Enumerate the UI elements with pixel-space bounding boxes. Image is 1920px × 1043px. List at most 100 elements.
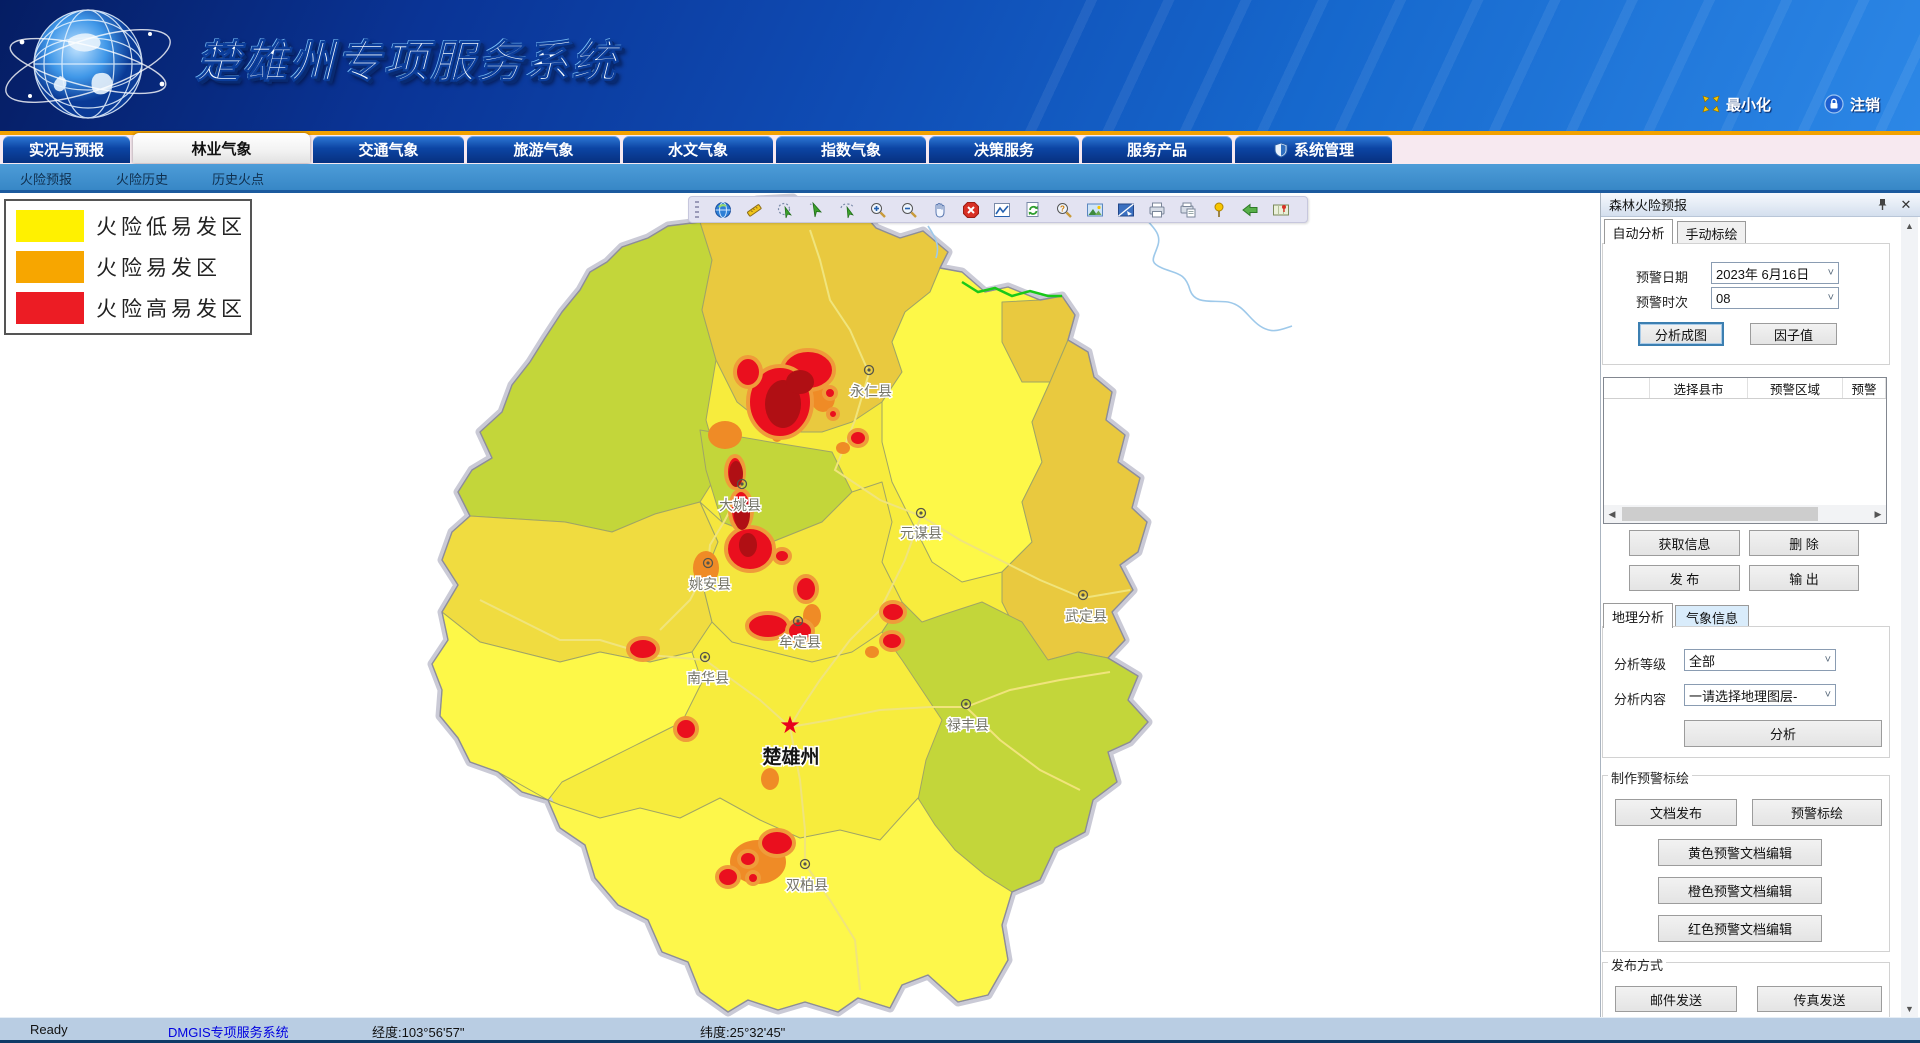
scroll-left-icon[interactable]: ◀ (1604, 509, 1620, 520)
panel-scrollbar[interactable]: ▲ ▼ (1901, 217, 1918, 1017)
toolbar-grip[interactable] (695, 201, 699, 219)
minimize-label: 最小化 (1726, 94, 1771, 115)
nav-tab-7[interactable]: 决策服务 (929, 136, 1079, 163)
fire-zone-red (774, 549, 790, 563)
warn-time-select[interactable]: 08˅ (1711, 287, 1839, 309)
stop-icon[interactable] (961, 200, 980, 219)
analysis-content-select[interactable]: 一请选择地理图层-˅ (1684, 684, 1836, 706)
publish-button[interactable]: 发 布 (1629, 565, 1740, 591)
fire-zone-red (828, 409, 838, 419)
print-preview-icon[interactable] (1178, 200, 1197, 219)
submenu-item-2[interactable]: 火险历史 (116, 169, 168, 187)
table-column-header[interactable]: 预警 (1843, 378, 1886, 398)
nav-tab-1[interactable]: 实况与预报 (3, 136, 130, 163)
identify-icon[interactable]: ? (1054, 200, 1073, 219)
scroll-right-icon[interactable]: ▶ (1870, 509, 1886, 520)
scroll-up-icon[interactable]: ▲ (1901, 217, 1918, 234)
fire-zone-red (628, 638, 658, 660)
zoom-in-icon[interactable] (868, 200, 887, 219)
analyze-chart-button[interactable]: 分析成图 (1638, 322, 1724, 346)
hscroll-thumb[interactable] (1622, 507, 1818, 521)
logout-label: 注销 (1850, 94, 1880, 115)
warn-date-select[interactable]: 2023年 6月16日˅ (1711, 262, 1839, 284)
fire-zone-orange (836, 442, 850, 454)
zoom-out-icon[interactable] (899, 200, 918, 219)
plot-button-4[interactable]: 橙色预警文档编辑 (1658, 877, 1822, 904)
select-arrow-icon[interactable] (806, 200, 825, 219)
warning-table[interactable]: 选择县市预警区域预警 ◀ ▶ (1603, 377, 1887, 524)
fire-zone-dark_red (739, 533, 757, 557)
nav-tab-2[interactable]: 林业气象 (133, 133, 310, 163)
plot-button-1[interactable]: 文档发布 (1615, 799, 1737, 826)
refresh-icon[interactable] (1023, 200, 1042, 219)
publish-method-button-1[interactable]: 邮件发送 (1615, 986, 1737, 1012)
fire-zone-red (675, 718, 697, 740)
map-swipe-icon[interactable] (1116, 200, 1135, 219)
fire-zone-red (795, 576, 817, 602)
select-dashed-circle-icon[interactable] (775, 200, 794, 219)
nav-tab-9[interactable]: 系统管理 (1235, 136, 1392, 163)
analyze-button[interactable]: 分析 (1684, 720, 1882, 747)
select-lasso-icon[interactable] (837, 200, 856, 219)
status-system-link[interactable]: DMGIS专项服务系统 (168, 1022, 289, 1041)
warn-date-label: 预警日期 (1636, 267, 1688, 286)
nav-tab-label: 实况与预报 (29, 139, 104, 160)
scroll-down-icon[interactable]: ▼ (1901, 1000, 1918, 1017)
delete-button[interactable]: 删 除 (1749, 530, 1859, 556)
table-column-header[interactable]: 选择县市 (1650, 378, 1748, 398)
panel-titlebar: 森林火险预报 ✕ (1601, 193, 1920, 217)
measure-ruler-icon[interactable] (744, 200, 763, 219)
county-region-yaoan (442, 502, 718, 662)
county-label: 武定县 (1065, 608, 1107, 624)
logout-button[interactable]: 注销 (1824, 93, 1880, 115)
map-workspace: 永仁县元谋县大姚县姚安县武定县牟定县南华县禄丰县双柏县★楚雄州 火险低易发区火险… (0, 193, 1920, 1017)
analysis-level-select[interactable]: 全部˅ (1684, 649, 1836, 671)
county-label: 元谋县 (900, 525, 942, 541)
submenu-item-1[interactable]: 火险预报 (20, 169, 72, 187)
pan-hand-icon[interactable] (930, 200, 949, 219)
tab-geo-analysis[interactable]: 地理分析 (1603, 603, 1673, 628)
globe-icon[interactable] (713, 200, 732, 219)
back-arrow-icon[interactable] (1240, 200, 1259, 219)
minimize-button[interactable]: 最小化 (1702, 93, 1771, 115)
get-info-button[interactable]: 获取信息 (1629, 530, 1740, 556)
plot-button-3[interactable]: 黄色预警文档编辑 (1658, 839, 1822, 866)
nav-tab-4[interactable]: 旅游气象 (467, 136, 620, 163)
fire-zone-orange (708, 421, 742, 449)
pin-icon[interactable] (1873, 196, 1891, 214)
plot-button-5[interactable]: 红色预警文档编辑 (1658, 915, 1822, 942)
nav-tab-label: 林业气象 (191, 138, 251, 159)
minimize-arrows-icon (1702, 95, 1720, 113)
nav-tab-label: 决策服务 (974, 139, 1034, 160)
tab-weather-info[interactable]: 气象信息 (1675, 605, 1749, 628)
tab-auto-analysis[interactable]: 自动分析 (1604, 219, 1673, 244)
plot-button-2[interactable]: 预警标绘 (1752, 799, 1882, 826)
submenu-item-3[interactable]: 历史火点 (212, 169, 264, 187)
close-icon[interactable]: ✕ (1897, 196, 1915, 214)
nav-tab-label: 指数气象 (821, 139, 881, 160)
table-column-header[interactable]: 预警区域 (1748, 378, 1843, 398)
county-label: 禄丰县 (947, 717, 989, 733)
print-icon[interactable] (1147, 200, 1166, 219)
factor-value-button[interactable]: 因子值 (1750, 323, 1837, 345)
nav-tab-6[interactable]: 指数气象 (776, 136, 926, 163)
legend-label: 火险高易发区 (96, 293, 246, 323)
nav-tab-label: 系统管理 (1294, 139, 1354, 160)
nav-tab-8[interactable]: 服务产品 (1082, 136, 1232, 163)
map-flag-icon[interactable] (1271, 200, 1290, 219)
timeline-chart-icon[interactable] (992, 200, 1011, 219)
status-ready: Ready (30, 1022, 68, 1037)
table-column-header[interactable] (1604, 378, 1650, 398)
tab-manual-plot[interactable]: 手动标绘 (1677, 221, 1746, 244)
publish-method-button-2[interactable]: 传真发送 (1757, 986, 1882, 1012)
table-hscrollbar[interactable]: ◀ ▶ (1604, 505, 1886, 523)
pin-bulb-icon[interactable] (1209, 200, 1228, 219)
application-window: 楚雄州专项服务系统 最小化 注销 实况与预报林业气象交通气象旅游气象水文气象指数… (0, 0, 1920, 1043)
image-icon[interactable] (1085, 200, 1104, 219)
nav-tab-3[interactable]: 交通气象 (313, 136, 464, 163)
fire-zone-red (739, 851, 757, 867)
analysis-content-label: 分析内容 (1614, 689, 1666, 708)
nav-tab-5[interactable]: 水文气象 (623, 136, 773, 163)
analysis-level-label: 分析等级 (1614, 654, 1666, 673)
export-button[interactable]: 输 出 (1749, 565, 1859, 591)
